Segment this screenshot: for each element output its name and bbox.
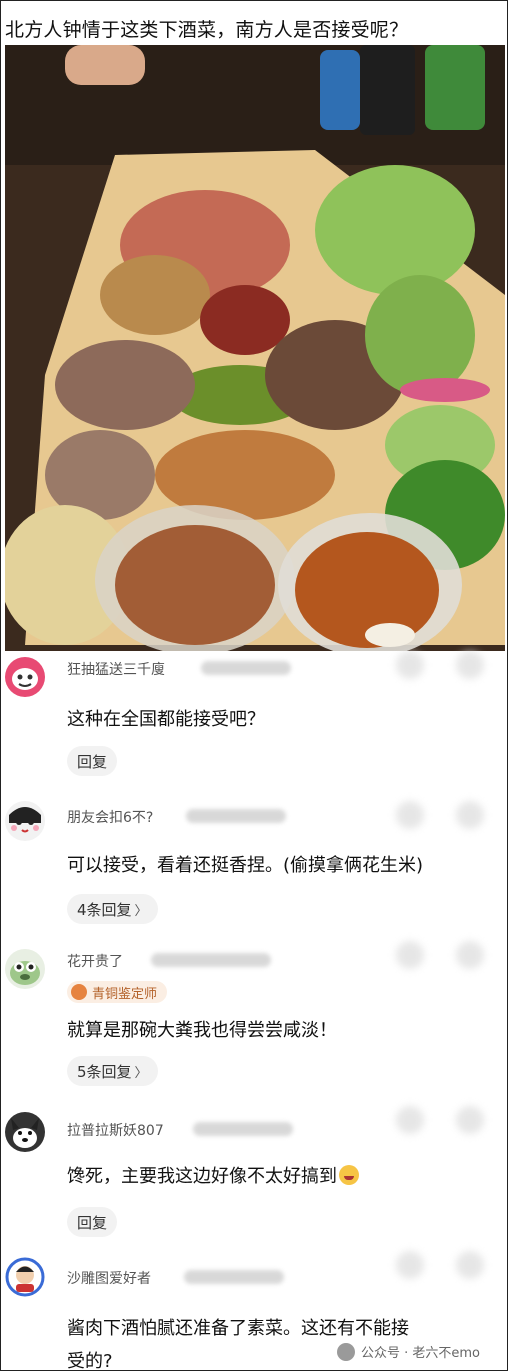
ghost-like-icon [396,651,424,679]
comment-text: 馋死，主要我这边好像不太好搞到 [67,1162,359,1188]
wechat-icon [337,1342,355,1361]
reply-count-label: 4条回复 [77,900,132,919]
comment-username[interactable]: 沙雕图爱好者 [67,1268,151,1288]
post-title: 北方人钟情于这类下酒菜，南方人是否接受呢？ [5,19,409,41]
avatar[interactable] [5,657,45,697]
blurred-meta [193,1122,293,1136]
comment-text: 就算是那碗大粪我也得尝尝咸淡！ [67,1020,337,1041]
laughing-emoji-icon [339,1165,359,1185]
comment-username[interactable]: 花开贵了 [67,951,123,971]
avatar-image [5,949,45,989]
ghost-dislike-icon [456,941,484,969]
avatar[interactable] [5,1112,45,1152]
avatar[interactable] [5,801,45,841]
avatar-image [5,1112,45,1152]
avatar-image [5,1257,45,1297]
avatar[interactable] [5,949,45,989]
badge-icon [71,984,87,1000]
food-photo [5,45,505,651]
avatar-image [5,657,45,697]
reply-button[interactable]: 回复 [67,1207,118,1237]
comment-item: 拉普拉斯妖807 馋死，主要我这边好像不太好搞到 回复 [1,1106,507,1251]
comment-username[interactable]: 拉普拉斯妖807 [67,1120,164,1140]
food-platter-image [5,45,505,651]
ghost-dislike-icon [456,1106,484,1134]
chevron-right-icon: 〉 [134,903,148,919]
user-badge: 青铜鉴定师 [67,981,168,1003]
comment-text-line-2: 受的? [67,1351,113,1371]
ghost-dislike-icon [456,651,484,679]
badge-label: 青铜鉴定师 [92,986,158,1002]
ghost-dislike-icon [456,801,484,829]
screenshot-frame: 北方人钟情于这类下酒菜，南方人是否接受呢？ 狂抽猛送三千廋 这种在全国都能接受吧… [0,0,508,1371]
avatar-image [5,801,45,841]
comment-item: 狂抽猛送三千廋 这种在全国都能接受吧？ 回复 [1,651,507,801]
blurred-meta [151,953,271,967]
comment-text-body: 馋死，主要我这边好像不太好搞到 [67,1166,337,1187]
comment-username[interactable]: 朋友会扣6不? [67,807,153,827]
chevron-right-icon: 〉 [134,1065,148,1081]
blurred-meta [184,1270,284,1284]
watermark: 公众号 · 老六不emo [337,1342,480,1361]
blurred-meta [201,661,291,675]
reply-label: 回复 [77,752,108,771]
comment-text-line-1: 酱肉下酒怕腻还准备了素菜。这还有不能接 [67,1318,409,1339]
reply-label: 回复 [77,1213,108,1232]
ghost-like-icon [396,1106,424,1134]
reply-button[interactable]: 回复 [67,746,118,776]
blurred-meta [186,809,286,823]
comment-item: 朋友会扣6不? 可以接受，看着还挺香捏。(偷摸拿俩花生米) 4条回复 〉 [1,801,507,941]
avatar[interactable] [5,1257,45,1297]
comment-username[interactable]: 狂抽猛送三千廋 [67,659,165,679]
ghost-like-icon [396,801,424,829]
view-replies-button[interactable]: 5条回复 〉 [67,1056,158,1086]
ghost-like-icon [396,941,424,969]
view-replies-button[interactable]: 4条回复 〉 [67,894,158,924]
comment-text: 可以接受，看着还挺香捏。(偷摸拿俩花生米) [67,855,424,876]
watermark-text: 公众号 · 老六不emo [361,1346,481,1361]
ghost-like-icon [396,1251,424,1279]
ghost-dislike-icon [456,1251,484,1279]
reply-count-label: 5条回复 [77,1062,132,1081]
comment-text: 这种在全国都能接受吧？ [67,709,265,730]
comment-item: 花开贵了 青铜鉴定师 就算是那碗大粪我也得尝尝咸淡！ 5条回复 〉 [1,941,507,1106]
